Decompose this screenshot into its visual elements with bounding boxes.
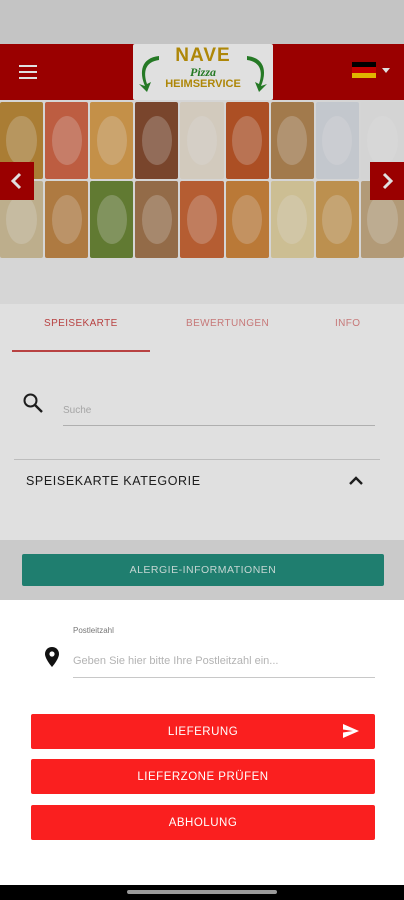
check-delivery-zone-button[interactable]: LIEFERZONE PRÜFEN <box>31 759 375 794</box>
delivery-bottom-sheet: Postleitzahl LIEFERUNG LIEFERZONE PRÜFEN… <box>0 600 404 885</box>
map-pin-icon <box>45 647 59 667</box>
pickup-button-label: ABHOLUNG <box>168 816 238 829</box>
send-icon <box>343 724 359 738</box>
delivery-button[interactable]: LIEFERUNG <box>31 714 375 749</box>
system-nav-bar <box>0 885 404 900</box>
postal-code-input[interactable] <box>73 644 375 678</box>
postal-code-label: Postleitzahl <box>73 626 114 635</box>
check-delivery-zone-label: LIEFERZONE PRÜFEN <box>137 770 269 783</box>
home-indicator[interactable] <box>127 890 277 894</box>
delivery-button-label: LIEFERUNG <box>167 725 239 738</box>
modal-scrim[interactable] <box>0 0 404 600</box>
pickup-button[interactable]: ABHOLUNG <box>31 805 375 840</box>
